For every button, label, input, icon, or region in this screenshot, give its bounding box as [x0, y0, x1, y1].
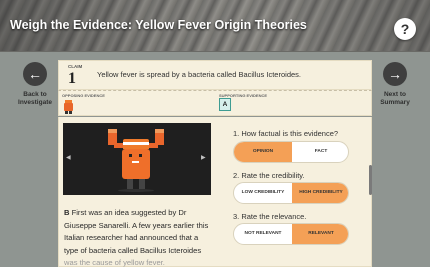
option-fact[interactable]: FACT: [292, 142, 348, 162]
arrow-right-icon: →: [388, 66, 402, 82]
option-opinion[interactable]: OPINION: [234, 142, 292, 162]
evidence-sorting-row: OPPOSING EVIDENCE SUPPORTING EVIDENCE A: [58, 90, 372, 116]
evidence-text: B First was an idea suggested by Dr Gius…: [64, 207, 214, 267]
option-not-relevant[interactable]: NOT RELEVANT: [234, 224, 292, 244]
arrow-left-icon: ←: [28, 66, 42, 82]
video-next-icon[interactable]: ▶: [201, 154, 206, 161]
supporting-evidence-card[interactable]: A: [219, 98, 231, 111]
back-label[interactable]: Back to Investigate: [12, 91, 58, 107]
evidence-body-faded: was the cause of yellow fever.: [64, 258, 165, 267]
robot-card-icon[interactable]: [64, 100, 73, 114]
robot-illustration: [108, 129, 166, 193]
credibility-toggle: LOW CREDIBILITY HIGH CREDIBILITY: [233, 182, 349, 204]
factual-toggle: OPINION FACT: [233, 141, 349, 163]
option-high-credibility[interactable]: HIGH CREDIBILITY: [292, 183, 348, 203]
header-banner: Weigh the Evidence: Yellow Fever Origin …: [0, 0, 430, 52]
claim-bar: CLAIM 1 Yellow fever is spread by a bact…: [58, 60, 372, 90]
help-button[interactable]: ?: [394, 18, 416, 40]
relevance-toggle: NOT RELEVANT RELEVANT: [233, 223, 349, 245]
question-factual: 1. How factual is this evidence?: [233, 129, 339, 138]
option-relevant[interactable]: RELEVANT: [292, 224, 348, 244]
evidence-video[interactable]: ◀ ▶: [63, 123, 211, 195]
opposing-evidence-label: OPPOSING EVIDENCE: [62, 93, 105, 98]
scrollbar[interactable]: [369, 165, 372, 195]
question-credibility: 2. Rate the credibility.: [233, 171, 305, 180]
back-button[interactable]: ←: [23, 62, 47, 86]
claim-tag: CLAIM: [68, 64, 83, 69]
video-prev-icon[interactable]: ◀: [66, 154, 71, 161]
next-button[interactable]: →: [383, 62, 407, 86]
evidence-letter: B: [64, 208, 70, 217]
claim-number: 1: [68, 70, 76, 87]
claim-text: Yellow fever is spread by a bacteria cal…: [97, 70, 301, 79]
evidence-body: First was an idea suggested by Dr Giusep…: [64, 208, 209, 255]
next-label[interactable]: Next to Summary: [372, 91, 418, 107]
option-low-credibility[interactable]: LOW CREDIBILITY: [234, 183, 292, 203]
question-relevance: 3. Rate the relevance.: [233, 212, 307, 221]
page-title: Weigh the Evidence: Yellow Fever Origin …: [10, 18, 307, 32]
